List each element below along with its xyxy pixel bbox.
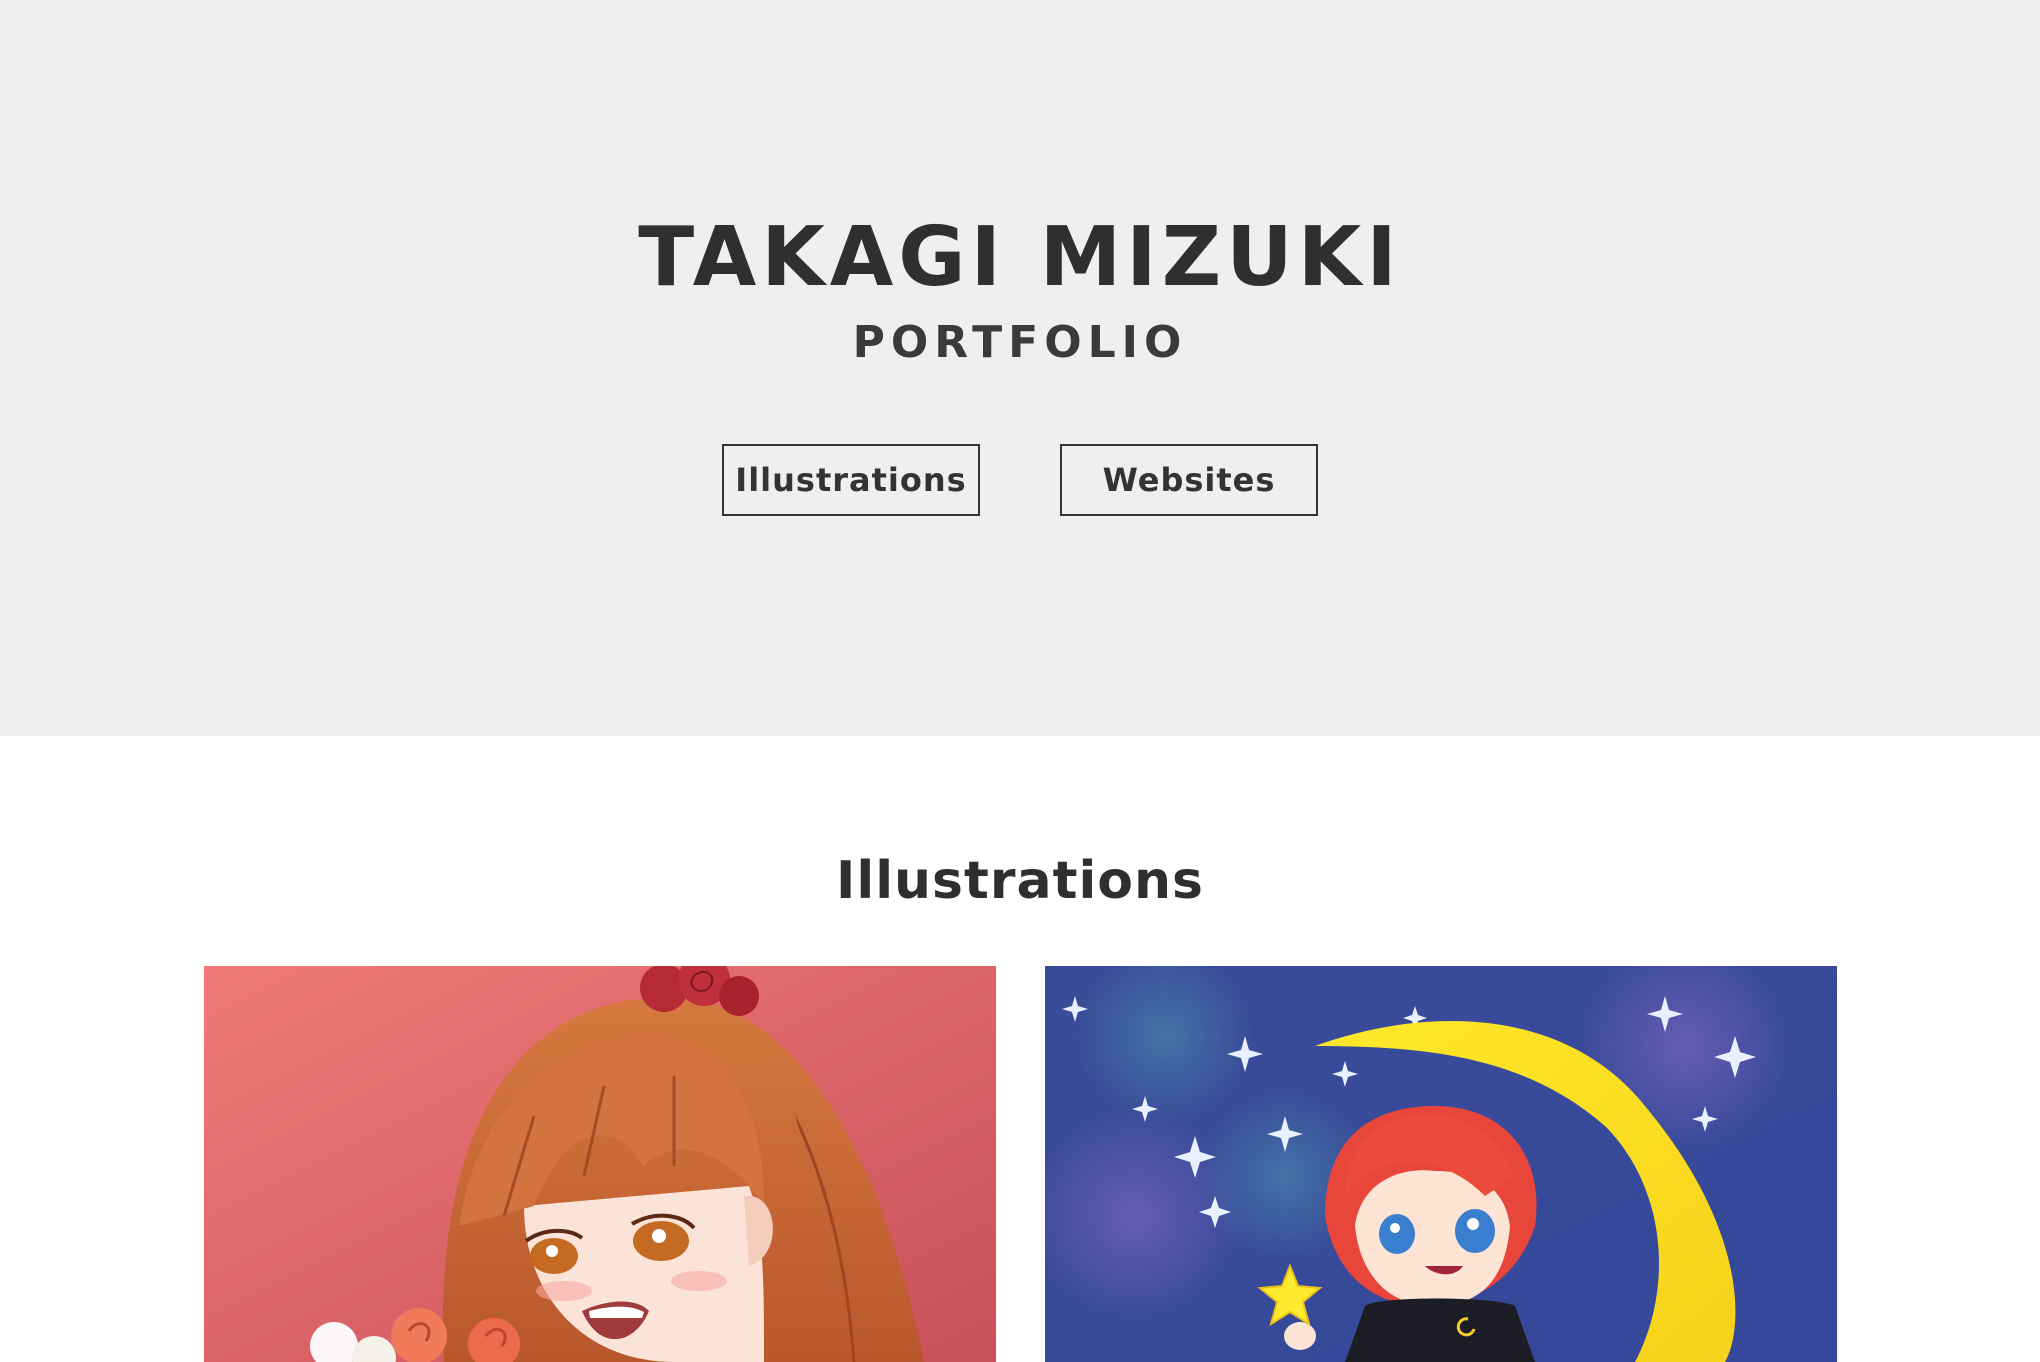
- websites-button[interactable]: Websites: [1060, 444, 1318, 516]
- hero-section: TAKAGI MIZUKI PORTFOLIO Illustrations We…: [0, 0, 2040, 736]
- moon-illustration-image: [1045, 966, 1837, 1362]
- site-subtitle: PORTFOLIO: [852, 317, 1188, 368]
- illustrations-button[interactable]: Illustrations: [722, 444, 980, 516]
- illustration-card-2[interactable]: [1045, 966, 1837, 1362]
- illustrations-heading: Illustrations: [836, 851, 1204, 911]
- site-title: TAKAGI MIZUKI: [638, 210, 1402, 305]
- illustration-card-1[interactable]: [204, 966, 996, 1362]
- portrait-illustration-image: [204, 966, 996, 1362]
